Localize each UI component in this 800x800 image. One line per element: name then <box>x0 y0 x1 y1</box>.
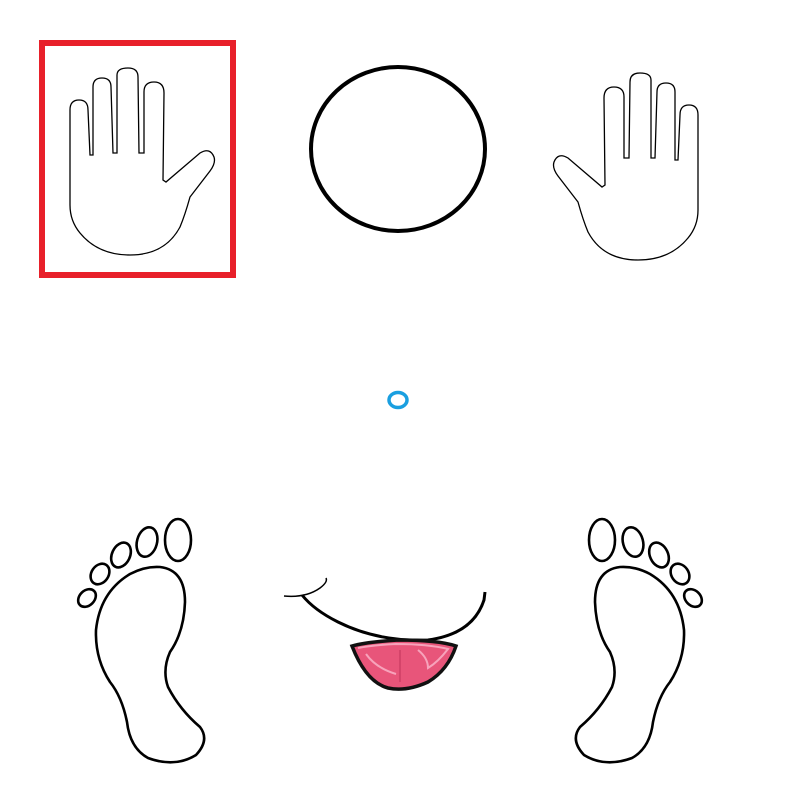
right-hand-piece[interactable] <box>548 70 708 270</box>
small-ring-icon <box>387 390 409 410</box>
open-hand-icon <box>552 72 699 261</box>
right-foot-piece[interactable] <box>574 512 710 767</box>
open-hand-icon <box>69 67 216 256</box>
left-foot-piece[interactable] <box>70 512 206 767</box>
footprint-icon <box>76 517 206 764</box>
mouth-piece[interactable] <box>278 570 493 700</box>
navel-ring-piece[interactable] <box>386 389 410 411</box>
smile-tongue-icon <box>283 577 487 691</box>
circle-outline-icon <box>309 65 487 233</box>
footprint-icon <box>574 517 704 764</box>
head-circle-piece[interactable] <box>308 64 488 234</box>
left-hand-piece[interactable] <box>60 65 220 265</box>
game-board <box>0 0 800 800</box>
